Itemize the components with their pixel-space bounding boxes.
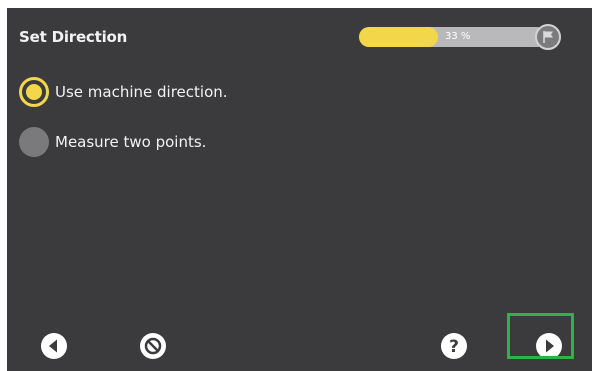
cancel-button[interactable]: [139, 332, 167, 360]
progress-fill: [359, 27, 438, 47]
help-button[interactable]: ?: [440, 332, 468, 360]
radio-measure-two-points[interactable]: [19, 127, 49, 157]
progress-indicator: 33 %: [359, 24, 564, 50]
cancel-icon: [140, 333, 166, 359]
screen: Set Direction 33 % Use machine direction…: [7, 8, 592, 371]
option-label: Use machine direction.: [55, 83, 228, 101]
page-title: Set Direction: [19, 28, 128, 46]
progress-label: 33 %: [445, 31, 471, 42]
progress-track: 33 %: [359, 27, 547, 47]
next-button-highlight: [507, 313, 574, 359]
back-button[interactable]: [40, 332, 68, 360]
svg-text:?: ?: [449, 337, 459, 357]
radio-machine-direction[interactable]: [19, 77, 49, 107]
option-label: Measure two points.: [55, 133, 207, 151]
finish-flag-icon: [535, 24, 561, 50]
back-icon: [41, 333, 67, 359]
help-icon: ?: [441, 333, 467, 359]
